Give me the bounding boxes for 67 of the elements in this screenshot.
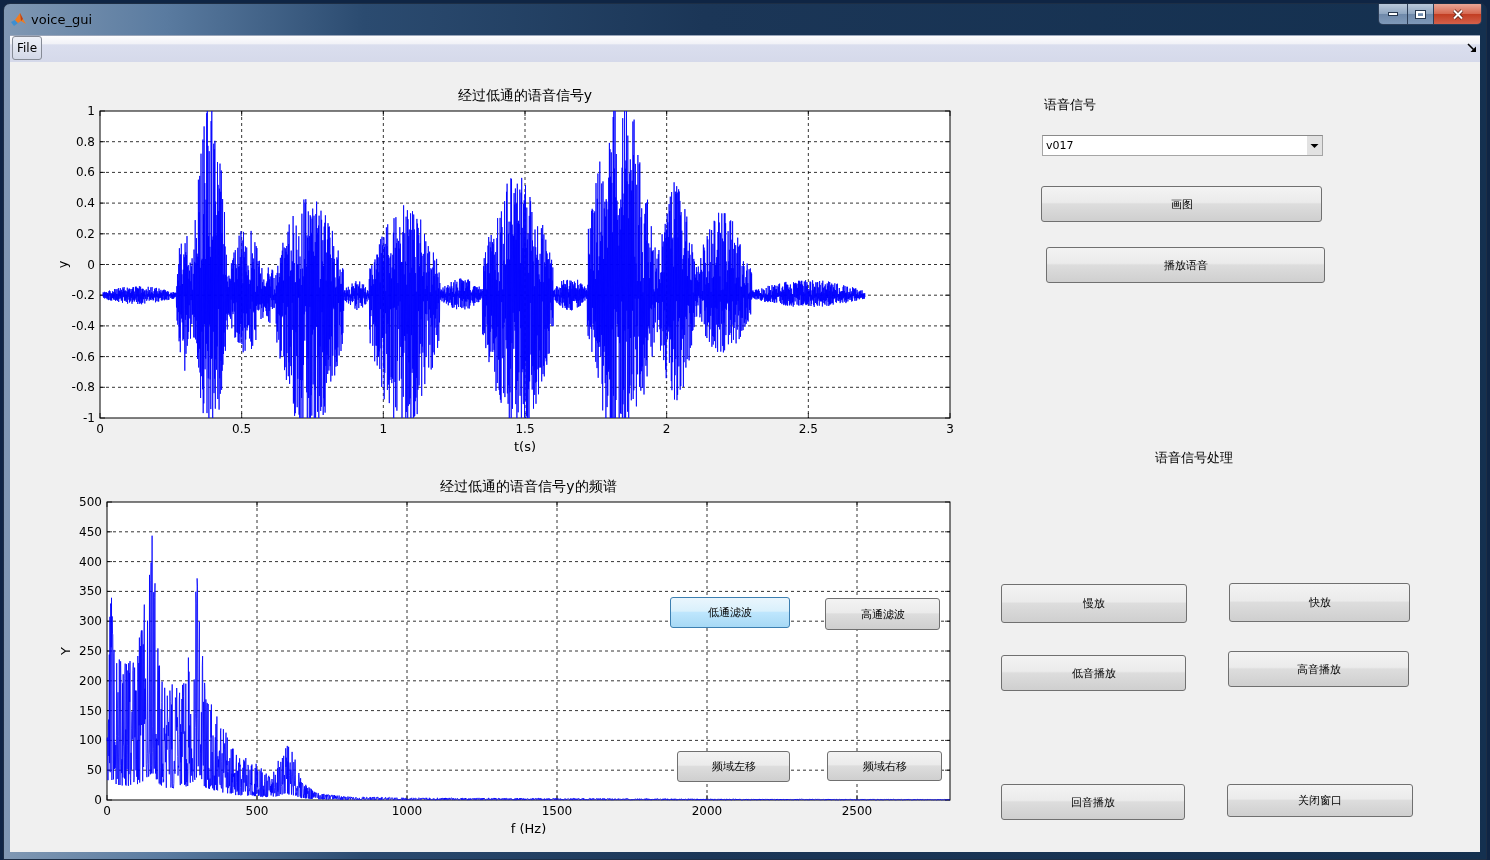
- minimize-icon: [1388, 12, 1398, 16]
- tick-label: -0.6: [71, 349, 95, 364]
- window-title: voice_gui: [31, 12, 92, 27]
- tick-label: 0.8: [75, 134, 95, 149]
- maximize-icon: [1415, 9, 1426, 19]
- tick-label: 2.5: [798, 422, 818, 436]
- action-button[interactable]: 低通滤波: [670, 597, 790, 628]
- tick-label: -0.8: [71, 380, 95, 395]
- axis-label: t(s): [514, 439, 536, 454]
- tick-label: 3: [946, 422, 954, 436]
- tick-label: 100: [79, 733, 102, 748]
- app-logo-icon: [11, 12, 26, 27]
- tick-label: 1.5: [515, 422, 535, 436]
- action-button[interactable]: 低音播放: [1001, 655, 1186, 691]
- section-label: 语音信号: [1044, 97, 1096, 113]
- tick-label: 200: [79, 673, 102, 688]
- caret-icon: [1307, 136, 1322, 155]
- tick-label: 500: [79, 495, 102, 509]
- diagonal-arrow-icon[interactable]: [1467, 43, 1476, 52]
- tick-label: 0: [103, 804, 111, 818]
- axis-label: f (Hz): [510, 821, 547, 836]
- close-icon: [1451, 8, 1464, 20]
- action-button[interactable]: 频域右移: [827, 751, 942, 781]
- tick-label: -0.4: [71, 318, 95, 333]
- tick-label: 2: [662, 422, 671, 436]
- action-button[interactable]: 快放: [1229, 583, 1410, 622]
- tick-label: 0.5: [232, 422, 252, 436]
- tick-label: 50: [86, 763, 102, 778]
- section-label: 语音信号处理: [1155, 450, 1233, 466]
- action-button[interactable]: 高通滤波: [825, 598, 940, 630]
- tick-label: 400: [79, 554, 102, 569]
- maximize-button[interactable]: [1407, 4, 1433, 24]
- plot-title: 经过低通的语音信号y的频谱: [440, 478, 617, 494]
- tick-label: 0: [96, 422, 104, 436]
- tick-label: 350: [79, 584, 102, 599]
- tick-label: 0: [94, 793, 102, 807]
- tick-label: 1500: [541, 804, 573, 818]
- tick-label: 500: [245, 804, 269, 818]
- action-button[interactable]: 频域左移: [677, 751, 790, 782]
- dropdown[interactable]: v017: [1042, 135, 1323, 156]
- tick-label: -0.2: [71, 288, 95, 303]
- tick-label: 2000: [691, 804, 723, 818]
- action-button[interactable]: 画图: [1041, 186, 1322, 222]
- tick-label: 0: [87, 257, 95, 272]
- action-button[interactable]: 回音播放: [1001, 784, 1185, 820]
- tick-label: 1: [379, 422, 388, 436]
- close-button[interactable]: [1433, 4, 1481, 24]
- action-button[interactable]: 播放语音: [1046, 247, 1325, 283]
- axis-label: Y: [58, 647, 73, 655]
- tick-label: 250: [79, 644, 102, 658]
- action-button[interactable]: 关闭窗口: [1227, 784, 1413, 817]
- tick-label: 0.2: [75, 226, 95, 241]
- plot-title: 经过低通的语音信号y: [457, 87, 593, 103]
- tick-label: 1000: [391, 804, 423, 818]
- tick-label: 150: [79, 703, 102, 718]
- tick-label: 0.4: [75, 196, 95, 211]
- action-button[interactable]: 高音播放: [1228, 651, 1409, 687]
- tick-label: 2500: [841, 804, 873, 818]
- tick-label: 450: [79, 524, 102, 539]
- minimize-button[interactable]: [1379, 4, 1407, 24]
- tick-label: -1: [83, 411, 95, 425]
- tick-label: 0.6: [75, 165, 95, 180]
- action-button[interactable]: 慢放: [1001, 584, 1187, 623]
- axis-label: y: [55, 260, 70, 269]
- tick-label: 1: [87, 104, 95, 118]
- tick-label: 300: [79, 614, 102, 629]
- menu-item[interactable]: File: [12, 36, 43, 60]
